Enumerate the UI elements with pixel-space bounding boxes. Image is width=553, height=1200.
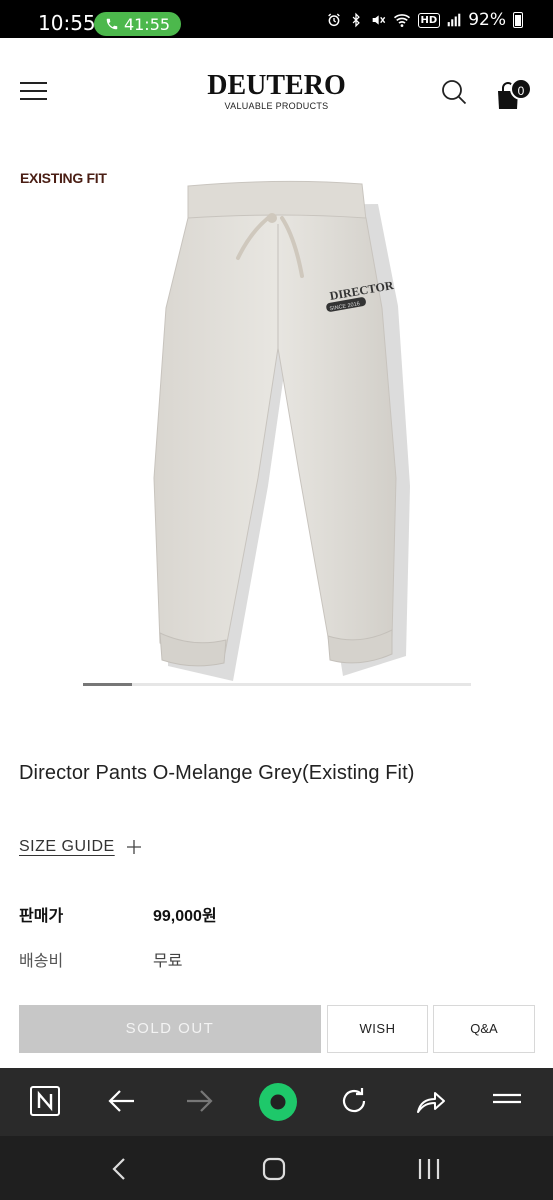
product-image[interactable]: DIRECTOR SINCE 2016 bbox=[130, 178, 430, 688]
price-label: 판매가 bbox=[19, 908, 64, 925]
menu-icon bbox=[493, 1093, 521, 1104]
alarm-icon bbox=[327, 13, 340, 27]
forward-button[interactable] bbox=[182, 1084, 218, 1120]
back-button[interactable] bbox=[105, 1084, 141, 1120]
status-icons: HD 92% bbox=[326, 10, 523, 30]
system-recents-icon bbox=[418, 1159, 440, 1179]
naver-home-icon bbox=[30, 1086, 60, 1116]
system-back-button[interactable] bbox=[105, 1154, 135, 1184]
hd-icon: HD bbox=[417, 12, 441, 28]
plus-icon bbox=[126, 840, 141, 854]
wifi-icon bbox=[393, 14, 410, 27]
image-slider-thumb[interactable] bbox=[83, 683, 132, 686]
fit-label: EXISTING FIT bbox=[20, 170, 107, 186]
system-navigation-bar bbox=[0, 1136, 553, 1200]
battery-icon bbox=[513, 12, 523, 28]
system-back-icon bbox=[112, 1158, 125, 1180]
brand-tagline: VALUABLE PRODUCTS bbox=[224, 101, 329, 111]
search-icon bbox=[442, 80, 467, 105]
reload-icon bbox=[342, 1088, 366, 1113]
brand-logo[interactable]: DEUTERO VALUABLE PRODUCTS bbox=[0, 70, 553, 112]
system-recents-button[interactable] bbox=[414, 1154, 444, 1184]
forward-icon bbox=[187, 1090, 213, 1112]
search-button[interactable] bbox=[440, 78, 468, 106]
price-value: 99,000원 bbox=[153, 908, 217, 925]
browser-toolbar bbox=[0, 1068, 553, 1136]
image-slider-track[interactable] bbox=[83, 683, 471, 686]
shipping-label: 배송비 bbox=[19, 953, 64, 970]
mute-icon bbox=[372, 15, 385, 25]
green-dot-button[interactable] bbox=[258, 1082, 298, 1122]
size-guide-toggle[interactable]: SIZE GUIDE bbox=[19, 838, 141, 856]
share-button[interactable] bbox=[413, 1084, 449, 1120]
cart-button[interactable]: 0 bbox=[496, 78, 536, 109]
status-time: 10:55 bbox=[38, 11, 96, 35]
qa-button[interactable]: Q&A bbox=[433, 1005, 535, 1053]
brand-name: DEUTERO bbox=[207, 70, 346, 101]
cart-count-badge: 0 bbox=[510, 78, 532, 100]
call-indicator[interactable]: 41:55 bbox=[94, 12, 181, 36]
share-icon bbox=[417, 1092, 445, 1113]
browser-menu-button[interactable] bbox=[490, 1084, 526, 1120]
bluetooth-icon bbox=[352, 12, 360, 28]
battery-percent: 92% bbox=[468, 10, 506, 30]
sold-out-button: SOLD OUT bbox=[19, 1005, 321, 1053]
shipping-value: 무료 bbox=[153, 953, 183, 970]
system-home-icon bbox=[262, 1157, 286, 1181]
wish-button[interactable]: WISH bbox=[327, 1005, 428, 1053]
system-home-button[interactable] bbox=[259, 1154, 289, 1184]
back-icon bbox=[108, 1090, 134, 1112]
site-header: DEUTERO VALUABLE PRODUCTS 0 bbox=[0, 38, 553, 148]
signal-icon bbox=[447, 13, 461, 27]
reload-button[interactable] bbox=[337, 1084, 373, 1120]
green-dot-icon bbox=[259, 1083, 297, 1121]
product-title: Director Pants O-Melange Grey(Existing F… bbox=[19, 762, 415, 784]
status-bar: 10:55 41:55 HD 92% bbox=[0, 0, 553, 38]
naver-home-button[interactable] bbox=[28, 1084, 64, 1120]
size-guide-label: SIZE GUIDE bbox=[19, 838, 115, 855]
call-timer: 41:55 bbox=[123, 14, 171, 34]
phone-icon bbox=[106, 18, 118, 30]
